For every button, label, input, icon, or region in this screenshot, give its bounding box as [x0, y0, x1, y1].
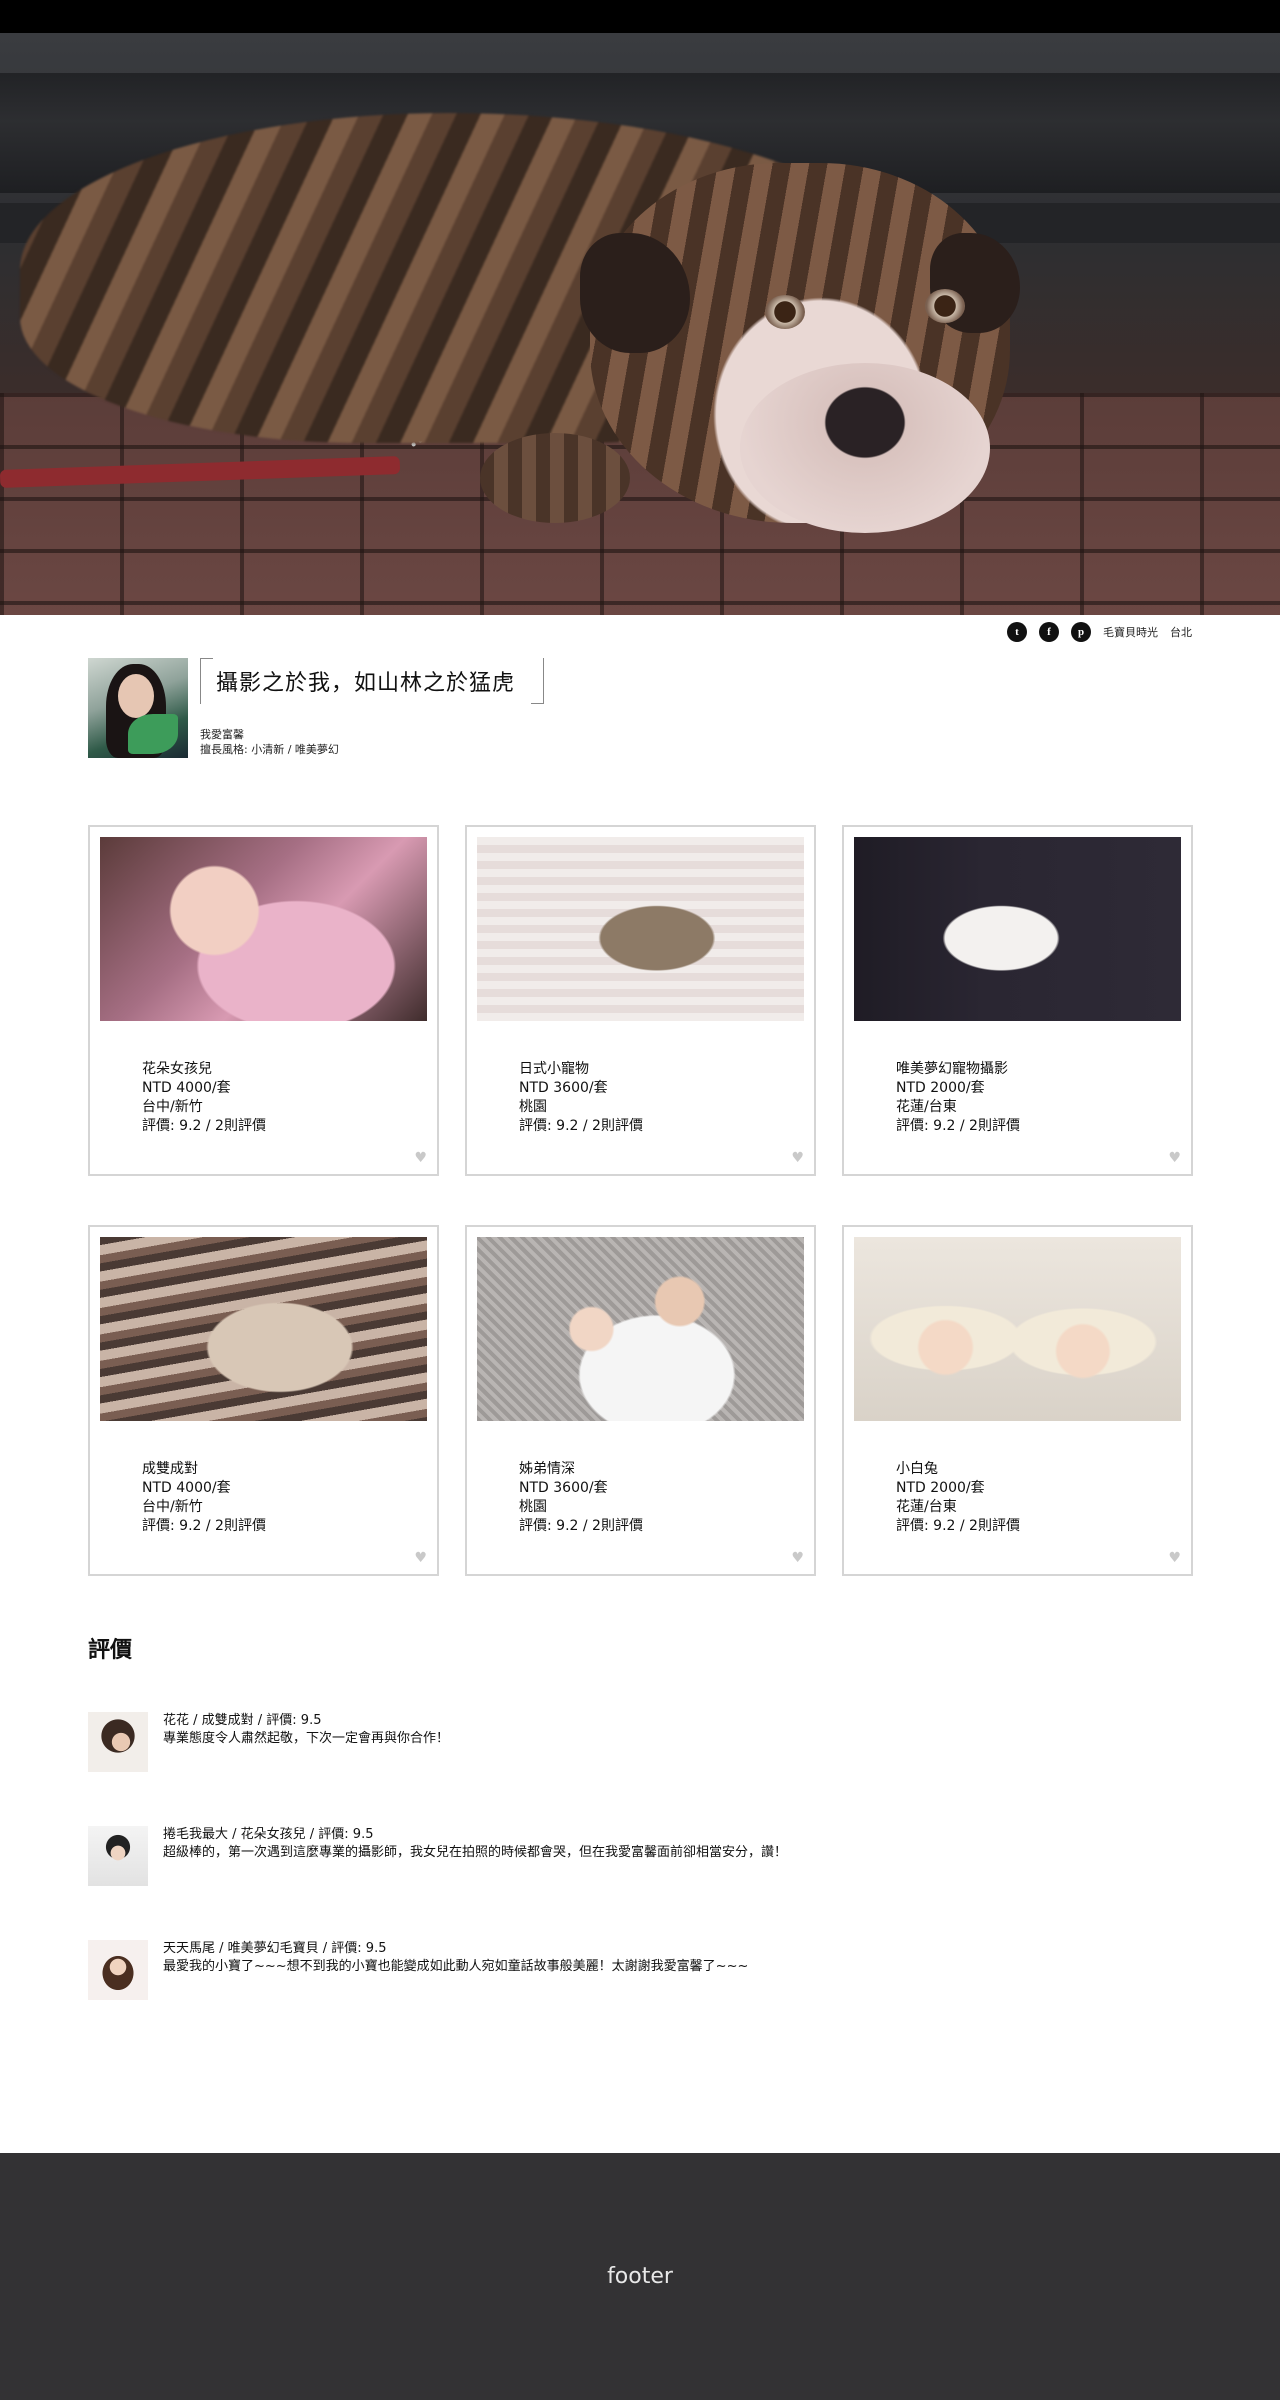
package-name: 姊弟情深 [519, 1461, 575, 1477]
package-price: NTD 4000/套 [142, 1480, 231, 1496]
package-price: NTD 4000/套 [142, 1080, 231, 1096]
heart-icon[interactable]: ♥ [1168, 1150, 1181, 1166]
facebook-icon[interactable]: f [1039, 622, 1059, 642]
review-item: 花花 / 成雙成對 / 評價: 9.5 專業態度令人肅然起敬，下次一定會再與你合… [88, 1712, 1192, 1774]
package-card[interactable]: 成雙成對 NTD 4000/套 台中/新竹 評價: 9.2 / 2則評價 ♥ [88, 1225, 439, 1576]
package-photo [854, 1237, 1181, 1421]
package-rating: 評價: 9.2 / 2則評價 [519, 1118, 643, 1134]
profile-title-box: 攝影之於我，如山林之於猛虎 [200, 658, 544, 704]
package-rating: 評價: 9.2 / 2則評價 [519, 1518, 643, 1534]
package-info: 小白兔 NTD 2000/套 花蓮/台東 評價: 9.2 / 2則評價 [896, 1460, 1020, 1536]
location-label: 台北 [1170, 626, 1192, 639]
package-name: 小白兔 [896, 1461, 938, 1477]
package-location: 桃園 [519, 1099, 547, 1115]
reviews-heading: 評價 [88, 1638, 133, 1663]
package-location: 桃園 [519, 1499, 547, 1515]
photographer-info: 我愛富馨 擅長風格: 小清新 / 唯美夢幻 [200, 727, 339, 757]
brand-name: 毛寶貝時光 [1103, 626, 1158, 639]
heart-icon[interactable]: ♥ [414, 1150, 427, 1166]
photographer-name: 我愛富馨 [200, 728, 244, 741]
package-location: 花蓮/台東 [896, 1099, 957, 1115]
review-body: 專業態度令人肅然起敬，下次一定會再與你合作！ [163, 1731, 450, 1746]
hero-dog-eye-right [925, 289, 965, 323]
review-header: 捲毛我最大 / 花朵女孩兒 / 評價: 9.5 [163, 1827, 374, 1842]
package-photo [100, 837, 427, 1021]
footer-label: footer [607, 2264, 673, 2289]
page-title: 攝影之於我，如山林之於猛虎 [216, 671, 516, 696]
package-photo [100, 1237, 427, 1421]
hero-dog-eye-left [765, 295, 805, 329]
package-price: NTD 2000/套 [896, 1480, 985, 1496]
package-photo [854, 837, 1181, 1021]
social-links: t f p 毛寶貝時光 台北 [1007, 622, 1192, 642]
package-price: NTD 2000/套 [896, 1080, 985, 1096]
twitter-icon[interactable]: t [1007, 622, 1027, 642]
reviewer-avatar [88, 1712, 148, 1772]
reviewer-avatar [88, 1826, 148, 1886]
heart-icon[interactable]: ♥ [791, 1550, 804, 1566]
package-price: NTD 3600/套 [519, 1080, 608, 1096]
package-card[interactable]: 小白兔 NTD 2000/套 花蓮/台東 評價: 9.2 / 2則評價 ♥ [842, 1225, 1193, 1576]
photographer-style: 擅長風格: 小清新 / 唯美夢幻 [200, 743, 339, 756]
review-text-block: 天天馬尾 / 唯美夢幻毛寶貝 / 評價: 9.5 最愛我的小寶了~~~想不到我的… [163, 1940, 748, 1976]
package-name: 成雙成對 [142, 1461, 198, 1477]
reviewer-avatar [88, 1940, 148, 2000]
package-card[interactable]: 花朵女孩兒 NTD 4000/套 台中/新竹 評價: 9.2 / 2則評價 ♥ [88, 825, 439, 1176]
review-text-block: 捲毛我最大 / 花朵女孩兒 / 評價: 9.5 超級棒的，第一次遇到這麼專業的攝… [163, 1826, 787, 1862]
package-card[interactable]: 日式小寵物 NTD 3600/套 桃園 評價: 9.2 / 2則評價 ♥ [465, 825, 816, 1176]
package-photo [477, 1237, 804, 1421]
hero-dog-muzzle [740, 363, 990, 533]
review-body: 超級棒的，第一次遇到這麼專業的攝影師，我女兒在拍照的時候都會哭，但在我愛富馨面前… [163, 1845, 788, 1860]
footer: footer [0, 2153, 1280, 2400]
package-name: 花朵女孩兒 [142, 1061, 212, 1077]
title-box-border-left [200, 658, 201, 704]
package-info: 姊弟情深 NTD 3600/套 桃園 評價: 9.2 / 2則評價 [519, 1460, 643, 1536]
package-card[interactable]: 姊弟情深 NTD 3600/套 桃園 評價: 9.2 / 2則評價 ♥ [465, 1225, 816, 1576]
package-price: NTD 3600/套 [519, 1480, 608, 1496]
review-header: 天天馬尾 / 唯美夢幻毛寶貝 / 評價: 9.5 [163, 1941, 387, 1956]
package-grid: 花朵女孩兒 NTD 4000/套 台中/新竹 評價: 9.2 / 2則評價 ♥ … [88, 825, 1193, 1576]
package-name: 日式小寵物 [519, 1061, 589, 1077]
heart-icon[interactable]: ♥ [791, 1150, 804, 1166]
package-location: 花蓮/台東 [896, 1499, 957, 1515]
package-rating: 評價: 9.2 / 2則評價 [142, 1118, 266, 1134]
package-rating: 評價: 9.2 / 2則評價 [896, 1118, 1020, 1134]
hero-dog-paw [480, 433, 630, 523]
package-rating: 評價: 9.2 / 2則評價 [896, 1518, 1020, 1534]
hero-image-bulldog [0, 33, 1280, 615]
avatar-face [118, 674, 154, 718]
package-location: 台中/新竹 [142, 1499, 203, 1515]
review-header: 花花 / 成雙成對 / 評價: 9.5 [163, 1713, 322, 1728]
package-info: 成雙成對 NTD 4000/套 台中/新竹 評價: 9.2 / 2則評價 [142, 1460, 266, 1536]
review-text-block: 花花 / 成雙成對 / 評價: 9.5 專業態度令人肅然起敬，下次一定會再與你合… [163, 1712, 449, 1748]
package-info: 花朵女孩兒 NTD 4000/套 台中/新竹 評價: 9.2 / 2則評價 [142, 1060, 266, 1136]
package-rating: 評價: 9.2 / 2則評價 [142, 1518, 266, 1534]
package-info: 唯美夢幻寵物攝影 NTD 2000/套 花蓮/台東 評價: 9.2 / 2則評價 [896, 1060, 1020, 1136]
photographer-avatar [88, 658, 188, 758]
avatar-leaf [128, 714, 178, 754]
title-box-border-right [543, 658, 544, 704]
package-name: 唯美夢幻寵物攝影 [896, 1061, 1008, 1077]
package-photo [477, 837, 804, 1021]
package-info: 日式小寵物 NTD 3600/套 桃園 評價: 9.2 / 2則評價 [519, 1060, 643, 1136]
heart-icon[interactable]: ♥ [1168, 1550, 1181, 1566]
review-body: 最愛我的小寶了~~~想不到我的小寶也能變成如此動人宛如童話故事般美麗！太謝謝我愛… [163, 1959, 749, 1974]
package-location: 台中/新竹 [142, 1099, 203, 1115]
review-item: 捲毛我最大 / 花朵女孩兒 / 評價: 9.5 超級棒的，第一次遇到這麼專業的攝… [88, 1826, 1192, 1888]
package-card[interactable]: 唯美夢幻寵物攝影 NTD 2000/套 花蓮/台東 評價: 9.2 / 2則評價… [842, 825, 1193, 1176]
review-item: 天天馬尾 / 唯美夢幻毛寶貝 / 評價: 9.5 最愛我的小寶了~~~想不到我的… [88, 1940, 1192, 2002]
top-bar [0, 0, 1280, 33]
heart-icon[interactable]: ♥ [414, 1550, 427, 1566]
pinterest-icon[interactable]: p [1071, 622, 1091, 642]
